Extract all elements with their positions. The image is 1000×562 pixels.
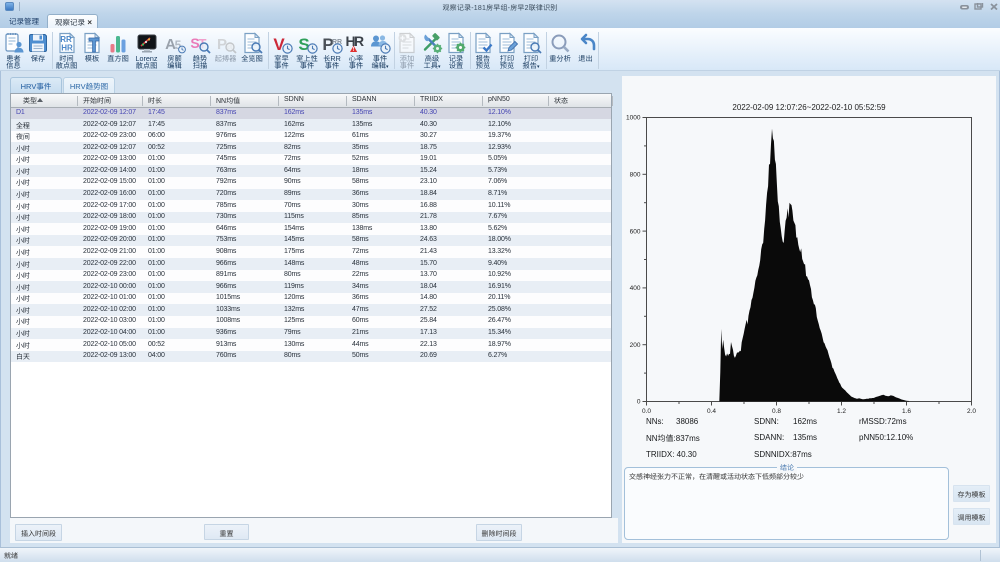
- svg-text:200: 200: [630, 342, 641, 349]
- svg-text:!: !: [353, 47, 355, 53]
- svg-text:0.0: 0.0: [642, 408, 651, 415]
- svg-text:1000: 1000: [626, 115, 641, 122]
- svg-text:400: 400: [630, 285, 641, 292]
- svg-text:0.4: 0.4: [707, 408, 716, 415]
- svg-text:0: 0: [637, 399, 641, 406]
- svg-text:HR: HR: [61, 44, 73, 53]
- svg-text:600: 600: [630, 228, 641, 235]
- svg-text:1.2: 1.2: [837, 408, 846, 415]
- svg-text:2.0: 2.0: [967, 408, 976, 415]
- svg-text:800: 800: [630, 172, 641, 179]
- svg-text:S: S: [298, 35, 309, 54]
- svg-text:1.6: 1.6: [902, 408, 911, 415]
- svg-text:0.8: 0.8: [772, 408, 781, 415]
